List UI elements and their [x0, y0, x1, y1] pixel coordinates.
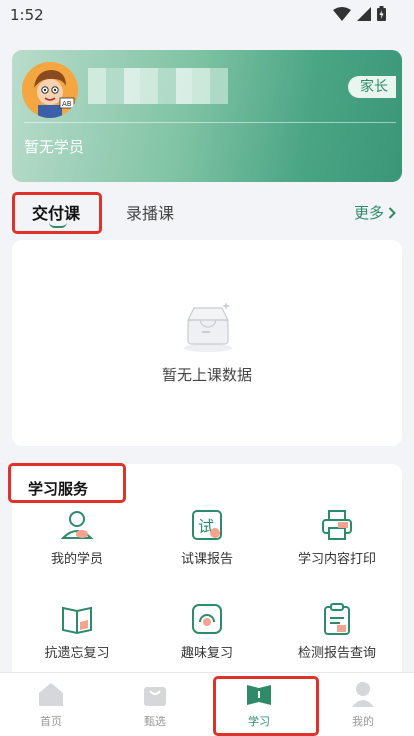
nav-label: 甄选	[144, 715, 166, 728]
shopping-bag-icon	[144, 687, 166, 706]
nav-home[interactable]: 首页	[11, 681, 91, 729]
service-my-students[interactable]: 我的学员	[12, 508, 142, 567]
highlight-box-nav-study	[213, 676, 319, 736]
more-label: 更多	[353, 204, 384, 222]
bottom-nav: 首页 甄选 学习 我的	[0, 672, 414, 736]
trial-report-icon: 试	[192, 510, 222, 540]
avatar[interactable]: AB	[22, 62, 78, 118]
status-time: 1:52	[10, 6, 44, 24]
tab-recorded-course[interactable]: 录播课	[126, 200, 174, 224]
nav-label: 我的	[352, 715, 374, 728]
printer-icon	[322, 510, 352, 540]
service-anti-forget-review[interactable]: 抗遗忘复习	[12, 602, 142, 661]
card-divider	[24, 122, 396, 123]
service-test-report-query[interactable]: 检测报告查询	[272, 602, 402, 661]
status-icons	[333, 6, 386, 21]
service-label: 检测报告查询	[297, 646, 376, 661]
empty-state-text: 暂无上课数据	[161, 366, 252, 384]
profile-icon	[352, 682, 374, 707]
student-icon	[60, 511, 94, 539]
role-badge[interactable]: 家长	[348, 76, 396, 98]
chevron-right-icon	[388, 206, 396, 219]
battery-icon	[377, 6, 386, 21]
empty-box-icon	[184, 302, 232, 352]
service-fun-review[interactable]: 趣味复习	[142, 602, 272, 661]
home-icon	[39, 683, 63, 706]
clipboard-icon	[324, 603, 350, 635]
service-label: 我的学员	[50, 552, 103, 567]
wifi-icon	[333, 6, 351, 21]
signal-icon	[357, 6, 371, 21]
nav-label: 首页	[40, 715, 62, 728]
highlight-box-services	[8, 463, 126, 503]
service-trial-report[interactable]: 试 试课报告	[142, 508, 272, 567]
user-name-masked	[88, 68, 228, 104]
service-label: 趣味复习	[180, 646, 233, 661]
profile-card[interactable]: AB 家长 暂无学员	[12, 50, 402, 182]
student-status: 暂无学员	[24, 138, 85, 156]
nav-mine[interactable]: 我的	[323, 681, 403, 729]
fun-review-icon	[192, 604, 222, 634]
service-label: 试课报告	[180, 552, 233, 567]
highlight-box-tab	[12, 192, 102, 234]
status-bar: 1:52	[0, 0, 414, 30]
lesson-list-card: 暂无上课数据	[12, 240, 402, 446]
more-link[interactable]: 更多	[354, 202, 396, 223]
svg-text:AB: AB	[62, 100, 72, 108]
service-label: 抗遗忘复习	[44, 646, 110, 661]
book-icon	[62, 606, 92, 635]
service-print[interactable]: 学习内容打印	[272, 508, 402, 567]
nav-selection[interactable]: 甄选	[115, 681, 195, 729]
cartoon-avatar-icon: AB	[22, 62, 78, 118]
service-label: 学习内容打印	[297, 552, 376, 567]
